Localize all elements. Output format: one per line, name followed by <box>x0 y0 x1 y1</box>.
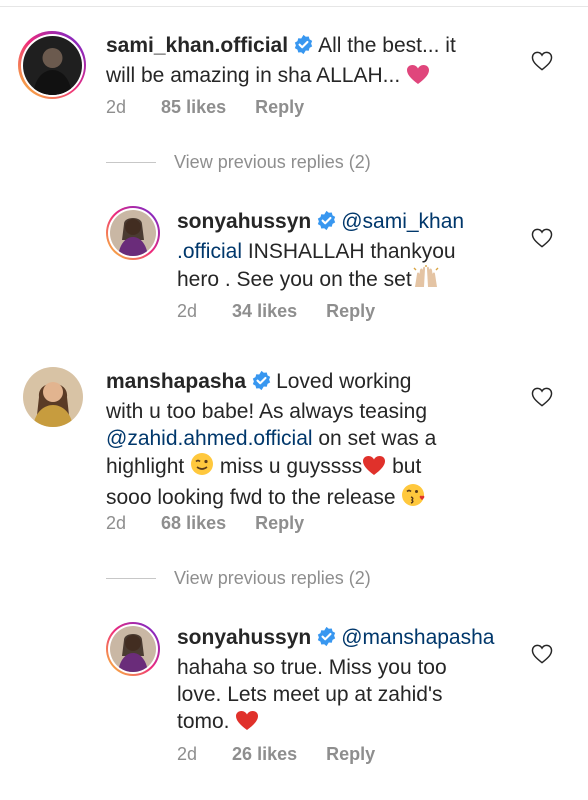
comment-username[interactable]: sonyahussyn <box>177 626 311 649</box>
comment-text: tomo. <box>177 710 236 733</box>
verified-badge-icon <box>316 210 337 238</box>
mention-link[interactable]: @zahid.ahmed.official <box>106 427 313 450</box>
mention-link[interactable]: @sami_khan <box>341 210 464 233</box>
comment-text: sooo looking fwd to the release <box>106 486 402 509</box>
comment-text: Loved working <box>276 370 412 393</box>
verified-badge-icon <box>251 370 272 398</box>
profile-photo-icon <box>22 35 82 95</box>
avatar-sami-khan[interactable] <box>18 31 86 99</box>
view-previous-replies-button[interactable]: View previous replies (2) <box>106 152 371 173</box>
likes-count[interactable]: 85 likes <box>161 97 226 118</box>
comment-text: hero . See you on the set <box>177 268 412 291</box>
comment-age: 2d <box>106 97 127 117</box>
comment-text: highlight <box>106 455 191 478</box>
comment-username[interactable]: sami_khan.official <box>106 34 288 57</box>
comment-text: but <box>386 455 422 478</box>
likes-count[interactable]: 34 likes <box>232 301 297 322</box>
top-divider <box>0 6 588 7</box>
likes-count[interactable]: 26 likes <box>232 744 297 765</box>
comment-meta: 2d 85 likes Reply <box>106 97 304 118</box>
verified-badge-icon <box>293 34 314 62</box>
comment-text: on set was a <box>312 427 437 450</box>
comment-age: 2d <box>106 513 127 533</box>
view-previous-replies-button[interactable]: View previous replies (2) <box>106 568 371 589</box>
likes-count[interactable]: 68 likes <box>161 513 226 534</box>
avatar-manshapasha[interactable] <box>23 367 83 427</box>
like-heart-icon[interactable] <box>531 228 553 248</box>
comment-username[interactable]: manshapasha <box>106 370 246 393</box>
comment-age: 2d <box>177 301 198 321</box>
comment-text: hahaha so true. Miss you too <box>177 656 447 679</box>
view-previous-replies-label: View previous replies (2) <box>174 152 371 172</box>
kissing-face-icon <box>401 483 427 514</box>
raising-hands-icon <box>412 265 440 296</box>
comment-age: 2d <box>177 744 198 764</box>
like-heart-icon[interactable] <box>531 51 553 71</box>
comment-meta: 2d 26 likes Reply <box>177 744 375 765</box>
profile-photo-icon <box>110 626 156 672</box>
like-heart-icon[interactable] <box>531 644 553 664</box>
comment-text: with u too babe! As always teasing <box>106 400 428 423</box>
profile-photo-icon <box>23 367 83 427</box>
reply-button[interactable]: Reply <box>326 744 375 765</box>
profile-photo-icon <box>110 210 156 256</box>
like-heart-icon[interactable] <box>531 387 553 407</box>
mention-link[interactable]: @manshapasha <box>341 626 494 649</box>
red-heart-icon <box>235 710 259 738</box>
reply-button[interactable]: Reply <box>326 301 375 322</box>
comment-username[interactable]: sonyahussyn <box>177 210 311 233</box>
comment-meta: 2d 34 likes Reply <box>177 301 375 322</box>
red-heart-icon <box>362 455 386 483</box>
reply-button[interactable]: Reply <box>255 97 304 118</box>
avatar-sonyahussyn[interactable] <box>106 206 160 260</box>
verified-badge-icon <box>316 626 337 654</box>
reply-button[interactable]: Reply <box>255 513 304 534</box>
comment-text: miss u guyssss <box>214 455 363 478</box>
comment-meta: 2d 68 likes Reply <box>106 513 304 534</box>
comment-text: All the best... it <box>318 34 456 57</box>
divider-line <box>106 162 156 163</box>
view-previous-replies-label: View previous replies (2) <box>174 568 371 588</box>
divider-line <box>106 578 156 579</box>
avatar-sonyahussyn[interactable] <box>106 622 160 676</box>
mention-link[interactable]: .official <box>177 240 242 263</box>
comment-text: INSHALLAH thankyou <box>241 240 456 263</box>
comment-text: will be amazing in sha ALLAH... <box>106 64 406 87</box>
comment-text: love. Lets meet up at zahid's <box>177 683 443 706</box>
pink-heart-icon <box>406 64 430 92</box>
winking-face-icon <box>190 452 214 483</box>
